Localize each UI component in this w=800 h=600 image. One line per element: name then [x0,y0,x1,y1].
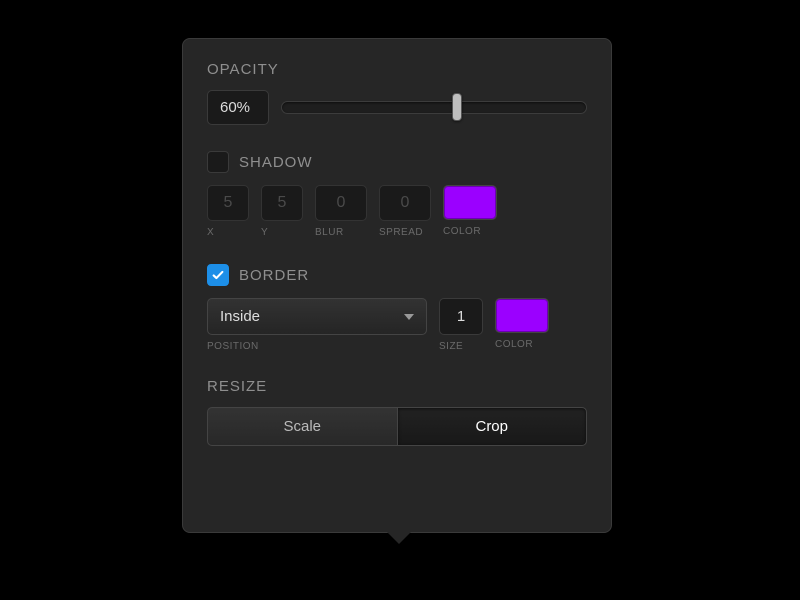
opacity-slider-thumb[interactable] [452,93,462,121]
resize-crop-button[interactable]: Crop [397,407,588,446]
border-color-field: COLOR [495,298,549,352]
opacity-title: OPACITY [207,61,587,78]
shadow-color-swatch[interactable] [443,185,497,220]
resize-segmented: Scale Crop [207,407,587,446]
opacity-row: 60% [207,90,587,125]
opacity-section: OPACITY 60% [207,61,587,125]
shadow-blur-label: BLUR [315,227,367,238]
shadow-blur-input[interactable]: 0 [315,185,367,221]
shadow-spread-field: 0 SPREAD [379,185,431,238]
border-size-input[interactable]: 1 [439,298,483,335]
shadow-x-input[interactable]: 5 [207,185,249,221]
shadow-x-label: X [207,227,249,238]
border-section: BORDER Inside POSITION 1 SIZE COLOR [207,264,587,352]
opacity-slider[interactable] [281,99,587,117]
border-checkbox[interactable] [207,264,229,286]
shadow-spread-label: SPREAD [379,227,431,238]
border-size-label: SIZE [439,341,483,352]
border-position-select[interactable]: Inside [207,298,427,335]
panel-tail-icon [385,530,413,544]
shadow-y-label: Y [261,227,303,238]
shadow-blur-field: 0 BLUR [315,185,367,238]
resize-title: RESIZE [207,378,587,395]
border-position-value: Inside [220,308,260,325]
chevron-down-icon [404,314,414,320]
shadow-x-field: 5 X [207,185,249,238]
opacity-slider-track [281,101,587,114]
resize-scale-button[interactable]: Scale [207,407,397,446]
check-icon [211,268,225,282]
shadow-y-field: 5 Y [261,185,303,238]
shadow-inputs-row: 5 X 5 Y 0 BLUR 0 SPREAD COLOR [207,185,587,238]
border-size-field: 1 SIZE [439,298,483,352]
shadow-checkbox[interactable] [207,151,229,173]
shadow-title: SHADOW [239,154,313,171]
shadow-spread-input[interactable]: 0 [379,185,431,221]
border-inputs-row: Inside POSITION 1 SIZE COLOR [207,298,587,352]
properties-panel: OPACITY 60% SHADOW 5 X 5 Y 0 BL [182,38,612,533]
shadow-section: SHADOW 5 X 5 Y 0 BLUR 0 SPREAD COLOR [207,151,587,238]
shadow-y-input[interactable]: 5 [261,185,303,221]
shadow-header: SHADOW [207,151,587,173]
border-color-label: COLOR [495,339,549,350]
border-title: BORDER [239,267,309,284]
border-header: BORDER [207,264,587,286]
opacity-value-input[interactable]: 60% [207,90,269,125]
border-position-field: Inside POSITION [207,298,427,352]
border-position-label: POSITION [207,341,427,352]
shadow-color-label: COLOR [443,226,497,237]
resize-section: RESIZE Scale Crop [207,378,587,446]
border-color-swatch[interactable] [495,298,549,333]
shadow-color-field: COLOR [443,185,497,238]
